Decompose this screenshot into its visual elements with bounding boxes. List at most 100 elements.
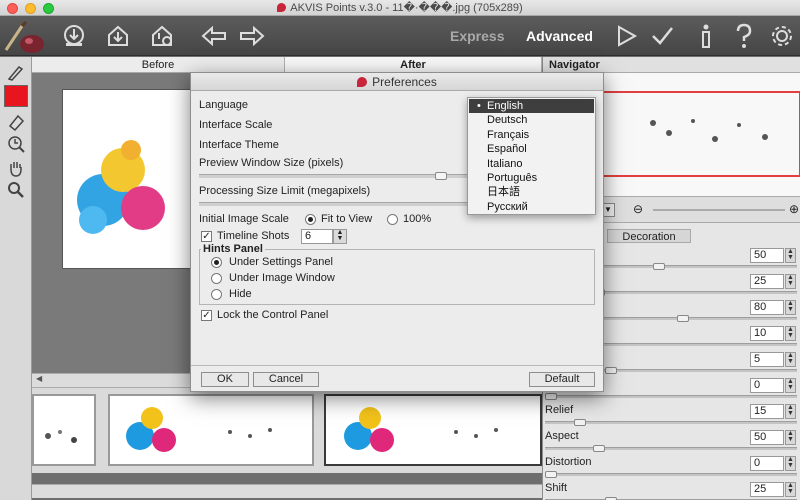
lock-control-panel-checkbox[interactable]: ✓: [201, 310, 212, 321]
preview-size-label: Preview Window Size (pixels): [199, 157, 344, 169]
hints-panel-title: Hints Panel: [201, 243, 265, 255]
processing-limit-label: Processing Size Limit (megapixels): [199, 185, 371, 197]
color-swatch[interactable]: [4, 85, 28, 107]
paintbrush-tool-icon[interactable]: [4, 61, 28, 83]
run-play-icon[interactable]: [610, 20, 642, 52]
zoom-slider[interactable]: [653, 209, 785, 211]
param-stepper[interactable]: ▲ ▼: [785, 378, 796, 393]
language-option[interactable]: Deutsch: [469, 113, 594, 127]
default-button[interactable]: Default: [529, 372, 595, 387]
param-slider-thumb[interactable]: [574, 419, 586, 426]
param-row: Relief 15 ▲ ▼: [543, 401, 800, 427]
hand-tool-icon[interactable]: [4, 157, 28, 179]
timeline-thumbnail-selected[interactable]: [324, 394, 542, 466]
navigator-view-frame[interactable]: [583, 91, 800, 177]
cancel-button[interactable]: Cancel: [253, 372, 319, 387]
timeline-shots-stepper[interactable]: ▲ ▼: [333, 229, 347, 244]
language-option-label: Русский: [487, 200, 528, 213]
save-image-button[interactable]: [102, 20, 134, 52]
tool-column: [0, 57, 32, 500]
scroll-left-icon[interactable]: ◀: [36, 374, 42, 383]
fit-to-view-radio[interactable]: [305, 214, 316, 225]
param-slider[interactable]: [545, 471, 797, 478]
param-value-input[interactable]: 80: [750, 300, 784, 315]
eraser-tool-icon[interactable]: [4, 111, 28, 133]
param-slider-thumb[interactable]: [545, 393, 557, 400]
param-stepper[interactable]: ▲ ▼: [785, 300, 796, 315]
timeline-thumbnail[interactable]: [108, 394, 314, 466]
open-image-button[interactable]: [58, 20, 90, 52]
param-stepper[interactable]: ▲ ▼: [785, 352, 796, 367]
tab-decoration[interactable]: Decoration: [607, 229, 691, 243]
language-option[interactable]: Français: [469, 128, 594, 142]
param-slider-thumb[interactable]: [593, 445, 605, 452]
param-slider[interactable]: [545, 445, 797, 452]
param-stepper[interactable]: ▲ ▼: [785, 274, 796, 289]
fit-to-view-label: Fit to View: [321, 213, 373, 225]
language-option-label: 日本語: [487, 186, 520, 199]
help-question-icon[interactable]: [728, 20, 760, 52]
tab-after[interactable]: After: [285, 57, 542, 73]
zoom-tool-icon[interactable]: [4, 179, 28, 201]
timeline-shots-input[interactable]: 6: [301, 229, 333, 244]
ok-button[interactable]: OK: [201, 372, 249, 387]
param-row: Distortion 0 ▲ ▼: [543, 453, 800, 479]
language-label: Language: [199, 99, 248, 111]
settings-gear-icon[interactable]: [766, 20, 798, 52]
param-value-input[interactable]: 25: [750, 274, 784, 289]
param-stepper[interactable]: ▲ ▼: [785, 404, 796, 419]
apply-checkmark-icon[interactable]: [646, 20, 678, 52]
param-slider-thumb[interactable]: [653, 263, 665, 270]
language-dropdown-menu: • English Deutsch Français Español Italiano Po…: [467, 97, 596, 215]
lock-control-panel-label: Lock the Control Panel: [217, 309, 329, 321]
param-slider[interactable]: [545, 419, 797, 426]
filmstrip-scrollbar[interactable]: [32, 484, 542, 498]
hint-under-settings-radio[interactable]: [211, 257, 222, 268]
hint-under-image-radio[interactable]: [211, 273, 222, 284]
language-option-label: Português: [487, 172, 538, 184]
mode-advanced-button[interactable]: Advanced: [526, 28, 593, 44]
param-row: Aspect 50 ▲ ▼: [543, 427, 800, 453]
language-option[interactable]: • English: [469, 99, 594, 113]
param-value-input[interactable]: 15: [750, 404, 784, 419]
hint-hide-radio[interactable]: [211, 289, 222, 300]
redo-arrow-icon[interactable]: [236, 20, 268, 52]
info-icon[interactable]: [690, 20, 722, 52]
param-stepper[interactable]: ▲ ▼: [785, 482, 796, 497]
interface-theme-label: Interface Theme: [199, 139, 279, 151]
param-stepper[interactable]: ▲ ▼: [785, 456, 796, 471]
param-stepper[interactable]: ▲ ▼: [785, 326, 796, 341]
zoom-in-icon[interactable]: ⊕: [789, 202, 799, 216]
language-option[interactable]: Español: [469, 142, 594, 156]
param-value-input[interactable]: 10: [750, 326, 784, 341]
history-brush-icon[interactable]: [4, 133, 28, 155]
language-option[interactable]: Русский: [469, 200, 594, 214]
param-slider[interactable]: [545, 393, 797, 400]
param-slider-thumb[interactable]: [605, 367, 617, 374]
akvis-logo-icon: [357, 77, 368, 87]
param-value-input[interactable]: 5: [750, 352, 784, 367]
zoom-out-icon[interactable]: ⊖: [633, 202, 643, 216]
hundred-percent-radio[interactable]: [387, 214, 398, 225]
param-value-input[interactable]: 50: [750, 248, 784, 263]
preferences-title: Preferences: [372, 75, 437, 89]
param-stepper[interactable]: ▲ ▼: [785, 430, 796, 445]
language-option[interactable]: Italiano: [469, 157, 594, 171]
param-value-input[interactable]: 0: [750, 456, 784, 471]
param-slider-thumb[interactable]: [677, 315, 689, 322]
mode-express-button[interactable]: Express: [450, 28, 504, 44]
undo-arrow-icon[interactable]: [198, 20, 230, 52]
language-option[interactable]: Português: [469, 171, 594, 185]
preview-size-slider-thumb[interactable]: [435, 172, 447, 180]
param-value-input[interactable]: 25: [750, 482, 784, 497]
timeline-shots-checkbox[interactable]: ✓: [201, 231, 212, 242]
main-toolbar: Express Advanced: [0, 16, 800, 56]
param-stepper[interactable]: ▲ ▼: [785, 248, 796, 263]
language-option[interactable]: 日本語: [469, 185, 594, 199]
param-value-input[interactable]: 50: [750, 430, 784, 445]
param-slider-thumb[interactable]: [545, 471, 557, 478]
param-value-input[interactable]: 0: [750, 378, 784, 393]
tab-before[interactable]: Before: [32, 57, 285, 73]
timeline-thumbnail[interactable]: [32, 394, 96, 466]
batch-processing-button[interactable]: [146, 20, 178, 52]
